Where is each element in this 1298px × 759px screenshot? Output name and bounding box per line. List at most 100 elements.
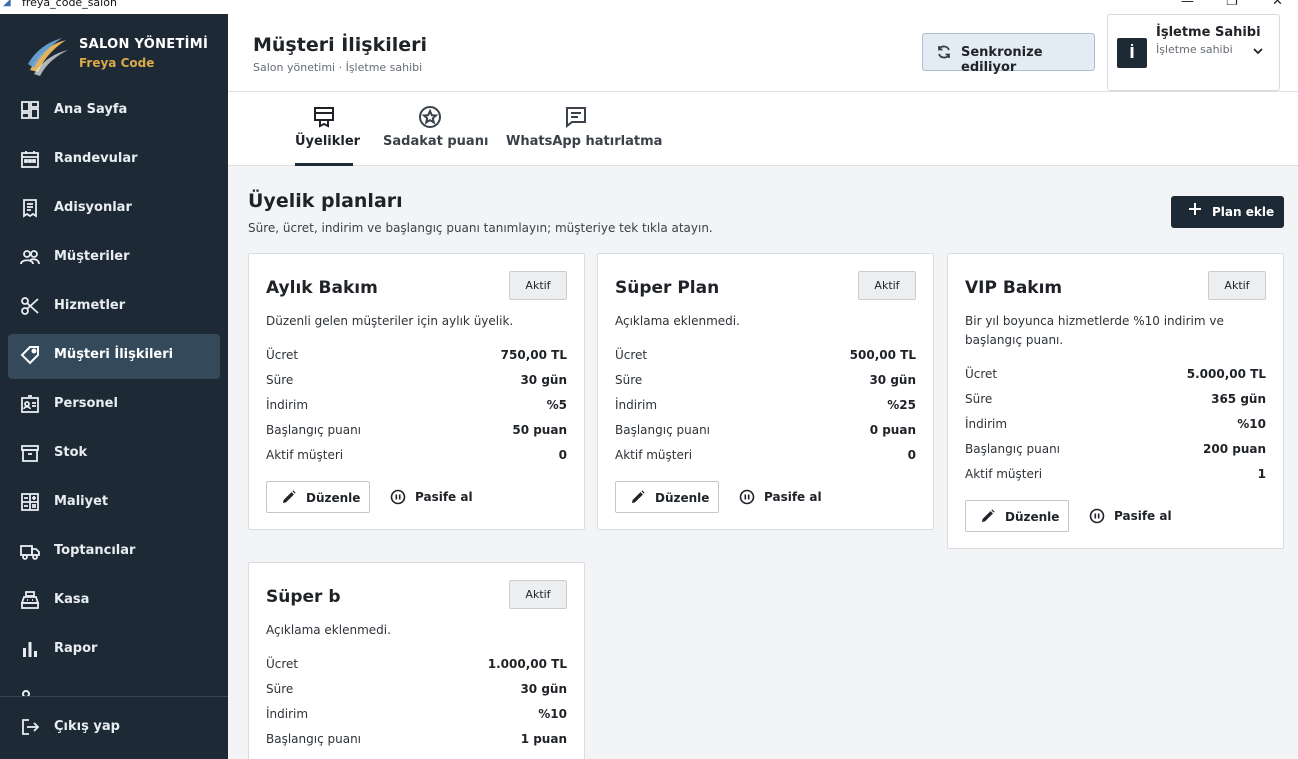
row-label: Aktif müşteri — [965, 467, 1043, 481]
deactivate-button[interactable]: Pasife al — [1086, 500, 1176, 532]
plan-start-points-row: Başlangıç puanı 0 puan — [615, 423, 916, 443]
row-label: Süre — [266, 682, 294, 696]
sidebar-item-stok[interactable]: Stok — [8, 432, 220, 477]
sidebar-item-adisyonlar[interactable]: Adisyonlar — [8, 187, 220, 232]
status-badge[interactable]: Aktif — [509, 271, 567, 300]
sidebar-item-musteriler[interactable]: Müşteriler — [8, 236, 220, 281]
deactivate-button[interactable]: Pasife al — [736, 481, 826, 513]
tab-bar: Üyelikler Sadakat puanı WhatsApp hatırla… — [228, 92, 1298, 166]
plan-name: Süper b — [266, 587, 341, 607]
deactivate-button[interactable]: Pasife al — [387, 481, 477, 513]
plan-discount: %10 — [1237, 417, 1266, 431]
pause-circle-icon — [1089, 508, 1105, 524]
user-menu[interactable]: İ İşletme Sahibi İşletme sahibi — [1107, 14, 1280, 91]
edit-label: Düzenle — [306, 491, 361, 505]
plan-duration: 30 gün — [869, 373, 916, 387]
page-header: Müşteri İlişkileri Salon yönetimi · İşle… — [228, 14, 1298, 92]
edit-label: Düzenle — [655, 491, 710, 505]
pause-circle-icon — [739, 489, 755, 505]
plan-discount-row: İndirim %10 — [965, 417, 1266, 437]
maximize-icon[interactable]: ❐ — [1226, 0, 1238, 9]
plan-active-customers-row: Aktif müşteri 1 — [965, 467, 1266, 487]
section-title: Üyelik planları — [248, 190, 403, 212]
scissors-icon — [21, 297, 39, 315]
archive-icon — [21, 445, 39, 462]
sidebar-item-rapor[interactable]: Rapor — [8, 628, 220, 673]
deactivate-label: Pasife al — [415, 490, 473, 504]
edit-button[interactable]: Düzenle — [965, 500, 1069, 532]
sidebar-item-personel[interactable]: Personel — [8, 383, 220, 428]
membership-icon — [314, 107, 334, 128]
window-title: freya_code_salon — [22, 0, 117, 9]
sync-button[interactable]: Senkronize ediliyor — [922, 33, 1095, 75]
sidebar-divider — [0, 696, 228, 697]
window-titlebar: ◢ freya_code_salon — ❐ ✕ — [0, 0, 1298, 14]
id-badge-icon — [21, 395, 39, 413]
sidebar-item-maliyet[interactable]: Maliyet — [8, 481, 220, 526]
add-plan-button[interactable]: Plan ekle — [1171, 196, 1284, 228]
edit-button[interactable]: Düzenle — [615, 481, 719, 513]
sidebar-item-label: Müşteri İlişkileri — [54, 347, 174, 362]
people-icon — [20, 250, 40, 265]
calendar-icon — [21, 151, 39, 168]
brand-logo — [28, 38, 68, 76]
plan-name: Süper Plan — [615, 278, 720, 298]
sidebar-item-musteri-iliskileri[interactable]: Müşteri İlişkileri — [8, 334, 220, 379]
chevron-down-icon — [1253, 48, 1263, 55]
brand-title: SALON YÖNETİMİ — [79, 37, 209, 52]
logout-button[interactable]: Çıkış yap — [8, 706, 220, 751]
close-icon[interactable]: ✕ — [1272, 0, 1283, 9]
tab-label: Sadakat puanı — [383, 134, 489, 149]
status-badge[interactable]: Aktif — [509, 580, 567, 609]
plan-discount-row: İndirim %10 — [266, 707, 567, 727]
sidebar-item-kasa[interactable]: Kasa — [8, 579, 220, 624]
edit-button[interactable]: Düzenle — [266, 481, 370, 513]
plan-price: 5.000,00 TL — [1186, 367, 1266, 381]
plan-duration: 30 gün — [520, 682, 567, 696]
status-badge[interactable]: Aktif — [858, 271, 916, 300]
sidebar-item-label: Müşteriler — [54, 249, 130, 264]
plan-duration-row: Süre 30 gün — [266, 682, 567, 702]
sidebar-item-toptancilar[interactable]: Toptancılar — [8, 530, 220, 575]
row-label: Süre — [266, 373, 294, 387]
pencil-icon — [632, 490, 645, 503]
tag-icon — [20, 346, 39, 365]
status-badge[interactable]: Aktif — [1208, 271, 1266, 300]
plan-active-customers-row: Aktif müşteri 0 — [266, 448, 567, 468]
tab-whatsapp-hatirlatma[interactable]: WhatsApp hatırlatma — [506, 92, 663, 166]
row-label: İndirim — [266, 398, 309, 412]
page-subtitle: Salon yönetimi · İşletme sahibi — [253, 61, 423, 74]
plan-start-points: 0 puan — [869, 423, 916, 437]
plus-icon — [1189, 203, 1201, 215]
tab-label: WhatsApp hatırlatma — [506, 134, 663, 149]
sidebar-item-label: Toptancılar — [54, 543, 136, 558]
row-label: Aktif müşteri — [266, 448, 344, 462]
row-label: Ücret — [266, 657, 299, 671]
plan-description: Bir yıl boyunca hizmetlerde %10 indirim … — [965, 314, 1224, 347]
plan-price-row: Ücret 500,00 TL — [615, 348, 916, 368]
plan-description: Düzenli gelen müşteriler için aylık üyel… — [266, 314, 514, 328]
edit-label: Düzenle — [1005, 510, 1060, 524]
message-icon — [566, 107, 586, 129]
plan-duration-row: Süre 30 gün — [615, 373, 916, 393]
dashboard-icon — [21, 101, 39, 119]
plan-start-points-row: Başlangıç puanı 200 puan — [965, 442, 1266, 462]
sidebar-item-ana-sayfa[interactable]: Ana Sayfa — [8, 89, 220, 134]
sidebar-item-hizmetler[interactable]: Hizmetler — [8, 285, 220, 330]
sync-icon — [938, 45, 950, 59]
plan-active-customers: 0 — [907, 448, 916, 462]
tab-uyelikler[interactable]: Üyelikler — [295, 92, 360, 166]
tab-sadakat-puani[interactable]: Sadakat puanı — [383, 92, 489, 166]
calculator-icon — [21, 493, 39, 511]
receipt-icon — [23, 199, 37, 218]
sidebar-item-randevular[interactable]: Randevular — [8, 138, 220, 183]
section-subtitle: Süre, ücret, indirim ve başlangıç puanı … — [248, 221, 713, 235]
minimize-icon[interactable]: — — [1181, 0, 1194, 9]
row-label: İndirim — [965, 417, 1008, 431]
pencil-icon — [283, 490, 296, 503]
plan-discount: %10 — [538, 707, 567, 721]
sidebar-item-label: Stok — [54, 445, 88, 460]
app-icon: ◢ — [3, 0, 11, 8]
plan-duration: 30 gün — [520, 373, 567, 387]
plan-price-row: Ücret 750,00 TL — [266, 348, 567, 368]
